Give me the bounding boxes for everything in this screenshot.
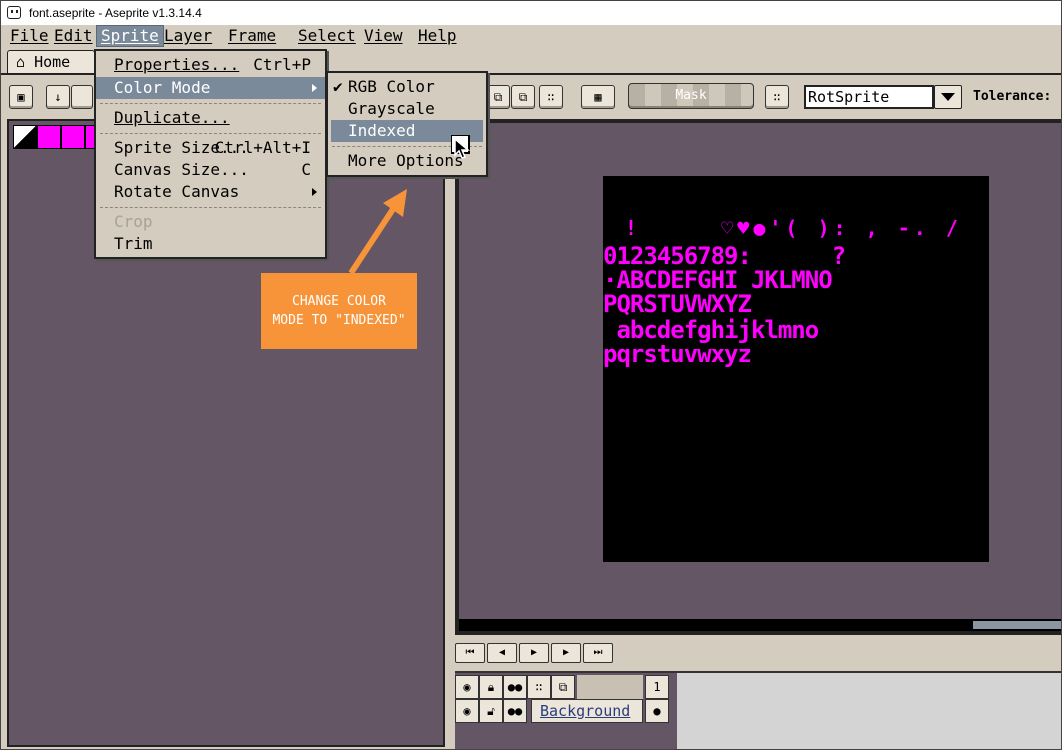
app-window: font.aseprite - Aseprite v1.3.14.4 File … (0, 0, 1062, 750)
menu-item-sprite-size[interactable]: Sprite Size... Ctrl+Alt+I (96, 137, 325, 159)
chevron-down-icon[interactable] (934, 85, 962, 109)
submenu-item-rgb-color[interactable]: ✔ RGB Color (328, 76, 486, 98)
sprite-menu: Properties... Ctrl+P Color Mode Duplicate… (94, 49, 327, 259)
last-frame-button[interactable]: ⏭ (583, 643, 613, 663)
cel-dot-icon[interactable]: ● (645, 699, 669, 723)
first-frame-button[interactable]: ⏮ (455, 643, 485, 663)
layer-name[interactable]: Background (531, 699, 643, 723)
home-icon: ⌂ (16, 53, 26, 71)
horizontal-scrollbar[interactable] (459, 619, 1061, 631)
copy-icon[interactable]: ⧉ (486, 85, 510, 109)
grid-dots-icon[interactable]: ∷ (539, 85, 563, 109)
toolbar-button-2[interactable] (71, 85, 93, 109)
menu-item-trim[interactable]: Trim (96, 233, 325, 255)
menu-edit[interactable]: Edit (50, 26, 97, 46)
timeline-panel: ⏮ ◀ ▶ ▶ ⏭ ◉ 🔒︎ ●● ∷ ⧉ 1 ◉ 🔓︎ ●● Backgrou… (447, 637, 1061, 749)
title-bar: font.aseprite - Aseprite v1.3.14.4 (1, 1, 1061, 25)
palette-swatch-transparent[interactable] (13, 125, 37, 149)
aseprite-app-icon (7, 6, 21, 19)
menu-item-canvas-size[interactable]: Canvas Size... C (96, 159, 325, 181)
previous-frame-button[interactable]: ◀ (487, 643, 517, 663)
menu-item-rotate-canvas-label: Rotate Canvas (114, 182, 240, 201)
menu-item-color-mode-label: Color Mode (114, 78, 211, 97)
menu-separator (100, 207, 321, 209)
sprite-glyph-row-4: PQRSTUVWXYZ (603, 290, 752, 318)
menu-file[interactable]: File (6, 26, 53, 46)
menu-item-properties-shortcut: Ctrl+P (253, 55, 311, 74)
lock-icon[interactable]: 🔒︎ (479, 675, 503, 699)
layer-type-icon[interactable]: ⧉ (551, 675, 575, 699)
menu-item-duplicate-label: Duplicate... (114, 108, 230, 127)
menu-item-color-mode[interactable]: Color Mode (96, 77, 325, 99)
menu-sprite[interactable]: Sprite (96, 25, 164, 47)
menu-view[interactable]: View (360, 26, 407, 46)
menu-layer[interactable]: Layer (160, 26, 216, 46)
play-button[interactable]: ▶ (519, 643, 549, 663)
menu-item-properties-label: Properties... (114, 55, 240, 74)
selection-icon[interactable]: ▦ (581, 85, 615, 109)
submenu-item-more-options-label: More Options (348, 151, 464, 170)
layer-header-spacer (577, 675, 643, 699)
mask-button[interactable]: Mask (628, 83, 754, 109)
arrow-down-icon[interactable]: ↓ (46, 85, 70, 109)
callout-line-1: CHANGE COLOR (292, 294, 386, 309)
layers-grid: ◉ 🔒︎ ●● ∷ ⧉ 1 ◉ 🔓︎ ●● Background ● (455, 671, 1061, 749)
sprite-glyph-row-1: ! ♡♥●'( ): , -. / (625, 216, 962, 240)
submenu-item-indexed-label: Indexed (348, 121, 416, 140)
menu-item-crop: Crop (96, 211, 325, 233)
menu-separator (100, 133, 321, 135)
callout-arrow-icon (348, 189, 407, 275)
menu-bar: File Edit Sprite Layer Frame Select View… (1, 25, 1061, 47)
menu-separator (100, 103, 321, 105)
menu-item-crop-label: Crop (114, 212, 153, 231)
submenu-item-rgb-label: RGB Color (348, 77, 435, 96)
continuous-icon[interactable]: ●● (503, 699, 527, 723)
submenu-arrow-icon (312, 84, 317, 92)
submenu-item-grayscale-label: Grayscale (348, 99, 435, 118)
next-frame-button[interactable]: ▶ (551, 643, 581, 663)
visibility-eye-icon[interactable]: ◉ (455, 699, 479, 723)
onion-skin-icon[interactable]: ●● (503, 675, 527, 699)
lock-icon[interactable]: ▣ (9, 85, 33, 109)
sprite-glyph-row-6: pqrstuvwxyz (603, 340, 752, 368)
check-icon: ✔ (333, 77, 343, 96)
sprite-canvas[interactable]: ! ♡♥●'( ): , -. / 0123456789: ? ·ABCDEFG… (603, 176, 989, 562)
paste-icon[interactable]: ⧉ (511, 85, 535, 109)
palette-swatch-magenta[interactable] (37, 125, 61, 149)
tab-home[interactable]: ⌂ Home (7, 50, 95, 73)
pivot-icon[interactable]: ∷ (765, 85, 789, 109)
tab-home-label: Home (34, 53, 71, 71)
layer-header-row: ◉ 🔒︎ ●● ∷ ⧉ 1 (455, 675, 1061, 699)
menu-item-properties[interactable]: Properties... Ctrl+P (96, 54, 325, 76)
menu-item-rotate-canvas[interactable]: Rotate Canvas (96, 181, 325, 203)
scrollbar-thumb[interactable] (973, 621, 1061, 629)
eye-icon[interactable]: ◉ (455, 675, 479, 699)
instruction-callout: CHANGE COLOR MODE TO "INDEXED" (261, 273, 417, 349)
menu-help[interactable]: Help (414, 26, 461, 46)
menu-frame[interactable]: Frame (224, 26, 280, 46)
callout-line-2: MODE TO "INDEXED" (272, 313, 406, 328)
palette-swatch-magenta-2[interactable] (61, 125, 85, 149)
menu-select[interactable]: Select (294, 26, 360, 46)
frame-number[interactable]: 1 (645, 675, 669, 699)
menu-item-canvas-size-shortcut: C (301, 160, 311, 179)
menu-item-sprite-size-shortcut: Ctrl+Alt+I (214, 138, 311, 157)
window-title: font.aseprite - Aseprite v1.3.14.4 (29, 6, 202, 20)
rotation-algorithm-select[interactable]: RotSprite (804, 85, 934, 109)
menu-item-canvas-size-label: Canvas Size... (114, 160, 249, 179)
layer-row-background[interactable]: ◉ 🔓︎ ●● Background ● (455, 699, 1061, 723)
submenu-arrow-icon (312, 188, 317, 196)
submenu-item-grayscale[interactable]: Grayscale (328, 98, 486, 120)
tolerance-label: Tolerance: (973, 89, 1052, 104)
link-cels-icon[interactable]: ∷ (527, 675, 551, 699)
mouse-pointer-icon (451, 135, 471, 159)
menu-item-trim-label: Trim (114, 234, 153, 253)
unlock-icon[interactable]: 🔓︎ (479, 699, 503, 723)
menu-item-duplicate[interactable]: Duplicate... (96, 107, 325, 129)
